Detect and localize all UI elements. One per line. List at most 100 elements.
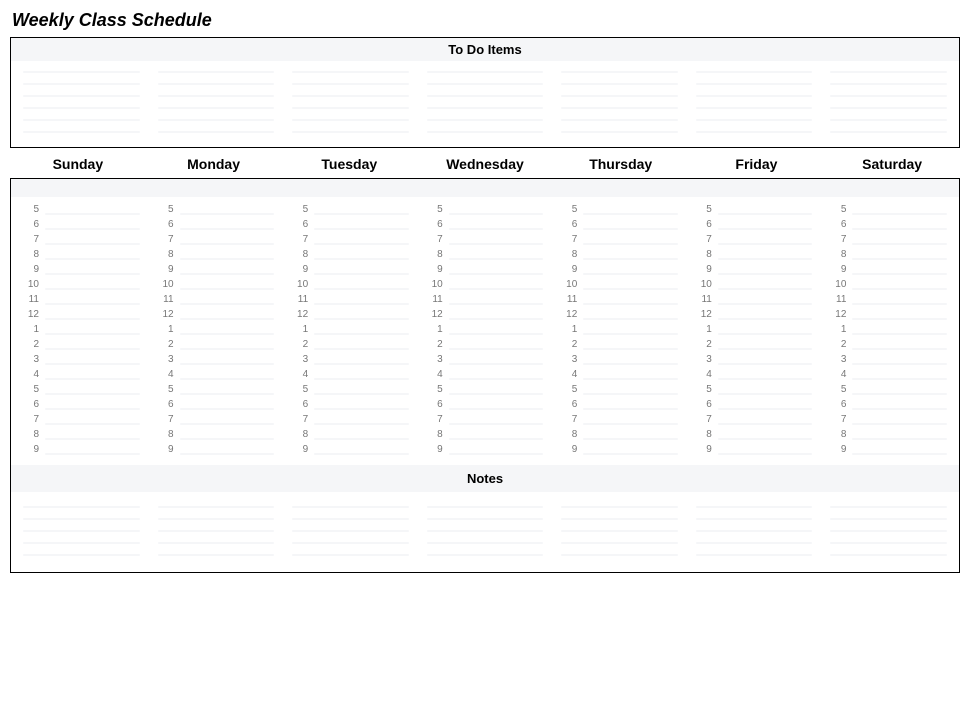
hour-line[interactable] (852, 228, 947, 230)
hour-line[interactable] (718, 348, 813, 350)
hour-line[interactable] (314, 393, 409, 395)
notes-line[interactable] (292, 542, 409, 544)
hour-line[interactable] (449, 213, 544, 215)
hour-line[interactable] (180, 393, 275, 395)
hour-line[interactable] (852, 243, 947, 245)
todo-line[interactable] (696, 131, 813, 133)
hour-line[interactable] (314, 258, 409, 260)
hour-line[interactable] (314, 213, 409, 215)
hour-line[interactable] (180, 228, 275, 230)
todo-line[interactable] (158, 71, 275, 73)
todo-line[interactable] (561, 119, 678, 121)
hour-line[interactable] (314, 423, 409, 425)
hour-line[interactable] (852, 273, 947, 275)
todo-line[interactable] (830, 95, 947, 97)
hour-line[interactable] (449, 333, 544, 335)
notes-line[interactable] (696, 530, 813, 532)
hour-line[interactable] (449, 273, 544, 275)
hour-line[interactable] (583, 318, 678, 320)
hour-line[interactable] (583, 243, 678, 245)
hour-line[interactable] (45, 423, 140, 425)
notes-line[interactable] (23, 518, 140, 520)
hour-line[interactable] (583, 408, 678, 410)
notes-line[interactable] (696, 542, 813, 544)
hour-line[interactable] (45, 453, 140, 455)
hour-line[interactable] (852, 408, 947, 410)
hour-line[interactable] (314, 453, 409, 455)
hour-line[interactable] (852, 288, 947, 290)
notes-line[interactable] (292, 554, 409, 556)
notes-line[interactable] (561, 530, 678, 532)
hour-line[interactable] (583, 378, 678, 380)
hour-line[interactable] (583, 213, 678, 215)
todo-line[interactable] (427, 83, 544, 85)
todo-line[interactable] (830, 71, 947, 73)
hour-line[interactable] (718, 318, 813, 320)
notes-line[interactable] (292, 506, 409, 508)
todo-line[interactable] (830, 83, 947, 85)
notes-line[interactable] (158, 530, 275, 532)
hour-line[interactable] (718, 273, 813, 275)
hour-line[interactable] (718, 258, 813, 260)
hour-line[interactable] (449, 453, 544, 455)
todo-line[interactable] (292, 119, 409, 121)
hour-line[interactable] (180, 408, 275, 410)
hour-line[interactable] (449, 423, 544, 425)
todo-line[interactable] (696, 83, 813, 85)
hour-line[interactable] (180, 348, 275, 350)
notes-line[interactable] (158, 518, 275, 520)
hour-line[interactable] (852, 303, 947, 305)
hour-line[interactable] (718, 303, 813, 305)
hour-line[interactable] (852, 333, 947, 335)
todo-line[interactable] (561, 107, 678, 109)
hour-line[interactable] (583, 423, 678, 425)
todo-line[interactable] (23, 131, 140, 133)
hour-line[interactable] (852, 453, 947, 455)
hour-line[interactable] (718, 438, 813, 440)
todo-line[interactable] (23, 107, 140, 109)
hour-line[interactable] (180, 273, 275, 275)
todo-line[interactable] (292, 83, 409, 85)
hour-line[interactable] (449, 243, 544, 245)
hour-line[interactable] (45, 213, 140, 215)
hour-line[interactable] (852, 378, 947, 380)
hour-line[interactable] (45, 333, 140, 335)
hour-line[interactable] (718, 408, 813, 410)
hour-line[interactable] (180, 258, 275, 260)
hour-line[interactable] (583, 453, 678, 455)
hour-line[interactable] (718, 243, 813, 245)
todo-line[interactable] (158, 131, 275, 133)
hour-line[interactable] (314, 378, 409, 380)
hour-line[interactable] (852, 438, 947, 440)
notes-line[interactable] (561, 506, 678, 508)
todo-line[interactable] (158, 107, 275, 109)
notes-line[interactable] (830, 542, 947, 544)
hour-line[interactable] (314, 303, 409, 305)
notes-line[interactable] (292, 518, 409, 520)
hour-line[interactable] (45, 438, 140, 440)
hour-line[interactable] (45, 393, 140, 395)
todo-line[interactable] (292, 131, 409, 133)
todo-line[interactable] (561, 95, 678, 97)
notes-line[interactable] (561, 542, 678, 544)
hour-line[interactable] (718, 378, 813, 380)
todo-line[interactable] (561, 83, 678, 85)
hour-line[interactable] (45, 288, 140, 290)
hour-line[interactable] (314, 318, 409, 320)
todo-line[interactable] (23, 83, 140, 85)
hour-line[interactable] (852, 423, 947, 425)
hour-line[interactable] (583, 393, 678, 395)
todo-line[interactable] (427, 131, 544, 133)
notes-line[interactable] (427, 506, 544, 508)
notes-line[interactable] (696, 518, 813, 520)
hour-line[interactable] (45, 228, 140, 230)
hour-line[interactable] (583, 363, 678, 365)
todo-line[interactable] (561, 131, 678, 133)
hour-line[interactable] (45, 378, 140, 380)
hour-line[interactable] (45, 348, 140, 350)
todo-line[interactable] (158, 95, 275, 97)
hour-line[interactable] (45, 408, 140, 410)
notes-line[interactable] (561, 554, 678, 556)
hour-line[interactable] (314, 288, 409, 290)
hour-line[interactable] (449, 348, 544, 350)
